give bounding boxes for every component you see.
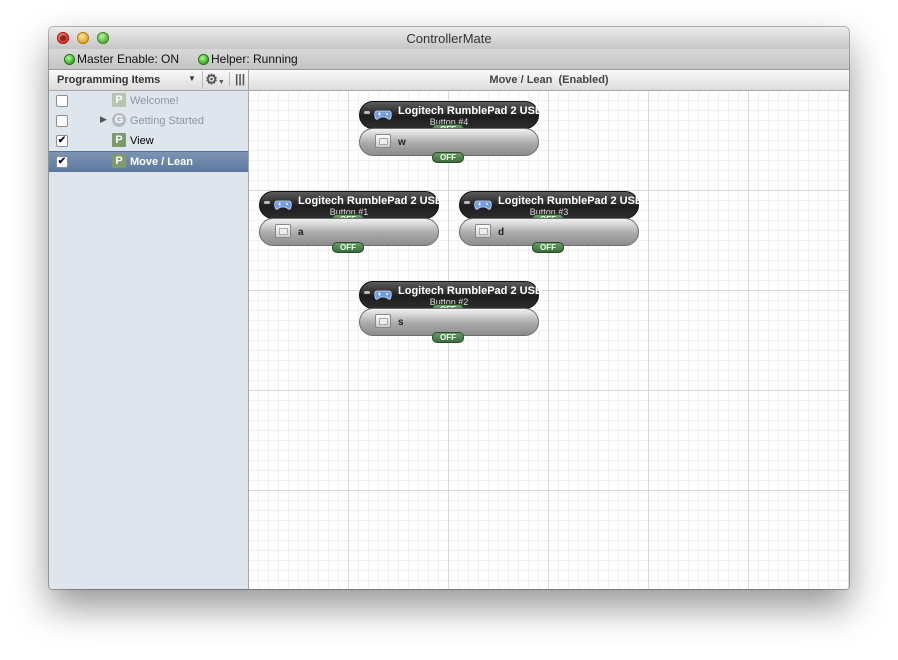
- column-resize-icon[interactable]: |||: [229, 72, 245, 86]
- input-block-button-1[interactable]: Logitech RumblePad 2 USB Button #1 OFF a…: [259, 191, 443, 253]
- sidebar-header-label[interactable]: Programming Items: [57, 74, 160, 86]
- device-name: Logitech RumblePad 2 USB: [398, 285, 543, 297]
- list-item-move-lean[interactable]: ✔ P Move / Lean: [49, 151, 248, 172]
- keyboard-key-icon: [475, 224, 491, 238]
- disclosure-triangle-icon[interactable]: ▶: [100, 114, 107, 125]
- keyboard-key-icon: [275, 224, 291, 238]
- keyboard-key-icon: [375, 134, 391, 148]
- master-enable-label: Master Enable: ON: [77, 52, 180, 66]
- status-led-icon: [65, 55, 74, 64]
- list-item-welcome[interactable]: P Welcome!: [49, 91, 248, 111]
- state-badge: OFF: [432, 152, 464, 163]
- state-badge: OFF: [532, 242, 564, 253]
- collapse-icon[interactable]: [364, 111, 370, 114]
- app-window: ControllerMate Master Enable: ON Helper:…: [49, 27, 849, 589]
- window-title: ControllerMate: [406, 31, 492, 46]
- item-label: Welcome!: [130, 95, 179, 107]
- sidebar-header: Programming Items ▼ ⚙▼ |||: [49, 70, 249, 91]
- input-block-button-3[interactable]: Logitech RumblePad 2 USB Button #3 OFF d…: [459, 191, 643, 253]
- programming-items-list: P Welcome! ▶ G Getting Started ✔ P View …: [49, 91, 249, 589]
- status-bar: Master Enable: ON Helper: Running: [49, 49, 849, 70]
- device-name: Logitech RumblePad 2 USB: [298, 195, 443, 207]
- enable-checkbox[interactable]: ✔: [56, 135, 68, 147]
- enable-checkbox[interactable]: [56, 95, 68, 107]
- editor-title: Move / Lean (Enabled): [249, 70, 849, 91]
- enable-checkbox[interactable]: [56, 115, 68, 127]
- keyboard-key-icon: [375, 314, 391, 328]
- page-icon: P: [112, 133, 126, 147]
- list-item-getting-started[interactable]: ▶ G Getting Started: [49, 111, 248, 131]
- status-led-icon: [199, 55, 208, 64]
- page-icon: P: [112, 93, 126, 107]
- chevron-down-icon[interactable]: ▼: [188, 74, 196, 83]
- gear-menu-button[interactable]: ⚙▼: [202, 71, 227, 89]
- gear-icon: ⚙: [205, 71, 218, 87]
- enable-checkbox[interactable]: ✔: [56, 156, 68, 168]
- key-label: d: [498, 227, 505, 238]
- helper-status[interactable]: Helper: Running: [199, 52, 298, 66]
- collapse-icon[interactable]: [464, 201, 470, 204]
- title-bar[interactable]: ControllerMate: [49, 27, 849, 49]
- item-label: View: [130, 135, 154, 147]
- programming-canvas[interactable]: Logitech RumblePad 2 USB Button #4 OFF w…: [249, 91, 849, 589]
- master-enable-status[interactable]: Master Enable: ON: [65, 52, 179, 66]
- helper-label: Helper: Running: [211, 52, 298, 66]
- device-name: Logitech RumblePad 2 USB: [398, 105, 543, 117]
- collapse-icon[interactable]: [264, 201, 270, 204]
- item-label: Getting Started: [130, 115, 204, 127]
- collapse-icon[interactable]: [364, 291, 370, 294]
- item-label: Move / Lean: [130, 156, 193, 168]
- device-name: Logitech RumblePad 2 USB: [498, 195, 643, 207]
- chevron-down-icon: ▼: [217, 79, 225, 86]
- input-block-button-2[interactable]: Logitech RumblePad 2 USB Button #2 OFF s…: [359, 281, 543, 343]
- group-icon: G: [112, 113, 126, 127]
- input-block-button-4[interactable]: Logitech RumblePad 2 USB Button #4 OFF w…: [359, 101, 543, 163]
- key-label: w: [398, 137, 406, 148]
- key-label: s: [398, 317, 404, 328]
- list-item-view[interactable]: ✔ P View: [49, 131, 248, 151]
- state-badge: OFF: [432, 332, 464, 343]
- page-icon: P: [112, 154, 126, 168]
- state-badge: OFF: [332, 242, 364, 253]
- key-label: a: [298, 227, 304, 238]
